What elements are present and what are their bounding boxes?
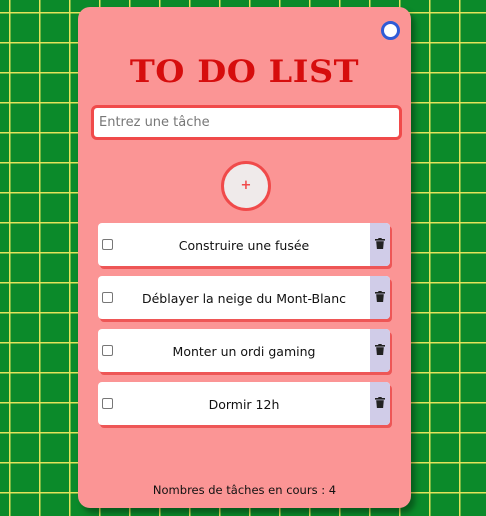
task-label: Monter un ordi gaming	[172, 344, 316, 359]
add-task-button[interactable]: +	[221, 161, 271, 211]
task-list: Construire une fusée Déblayer la neige d…	[98, 223, 390, 435]
trash-icon	[375, 397, 385, 408]
delete-button[interactable]	[370, 382, 390, 425]
task-checkbox[interactable]	[102, 239, 113, 250]
task-counter: Nombres de tâches en cours : 4	[152, 483, 337, 497]
trash-icon	[375, 344, 385, 355]
trash-icon	[375, 238, 385, 249]
task-label: Déblayer la neige du Mont-Blanc	[141, 291, 347, 306]
trash-icon	[375, 291, 385, 302]
task-label: Dormir 12h	[208, 397, 280, 412]
task-label: Construire une fusée	[178, 238, 310, 253]
task-item: Dormir 12h	[98, 382, 390, 425]
delete-button[interactable]	[370, 276, 390, 319]
delete-button[interactable]	[370, 329, 390, 372]
task-checkbox[interactable]	[102, 292, 113, 303]
task-checkbox[interactable]	[102, 345, 113, 356]
task-input[interactable]	[91, 105, 402, 140]
task-item: Déblayer la neige du Mont-Blanc	[98, 276, 390, 319]
theme-toggle-icon[interactable]	[381, 21, 400, 40]
task-item: Construire une fusée	[98, 223, 390, 266]
page-title: TO DO LIST	[129, 54, 360, 90]
task-checkbox[interactable]	[102, 398, 113, 409]
delete-button[interactable]	[370, 223, 390, 266]
todo-card: TO DO LIST + Construire une fusée Déblay…	[78, 7, 411, 508]
task-item: Monter un ordi gaming	[98, 329, 390, 372]
